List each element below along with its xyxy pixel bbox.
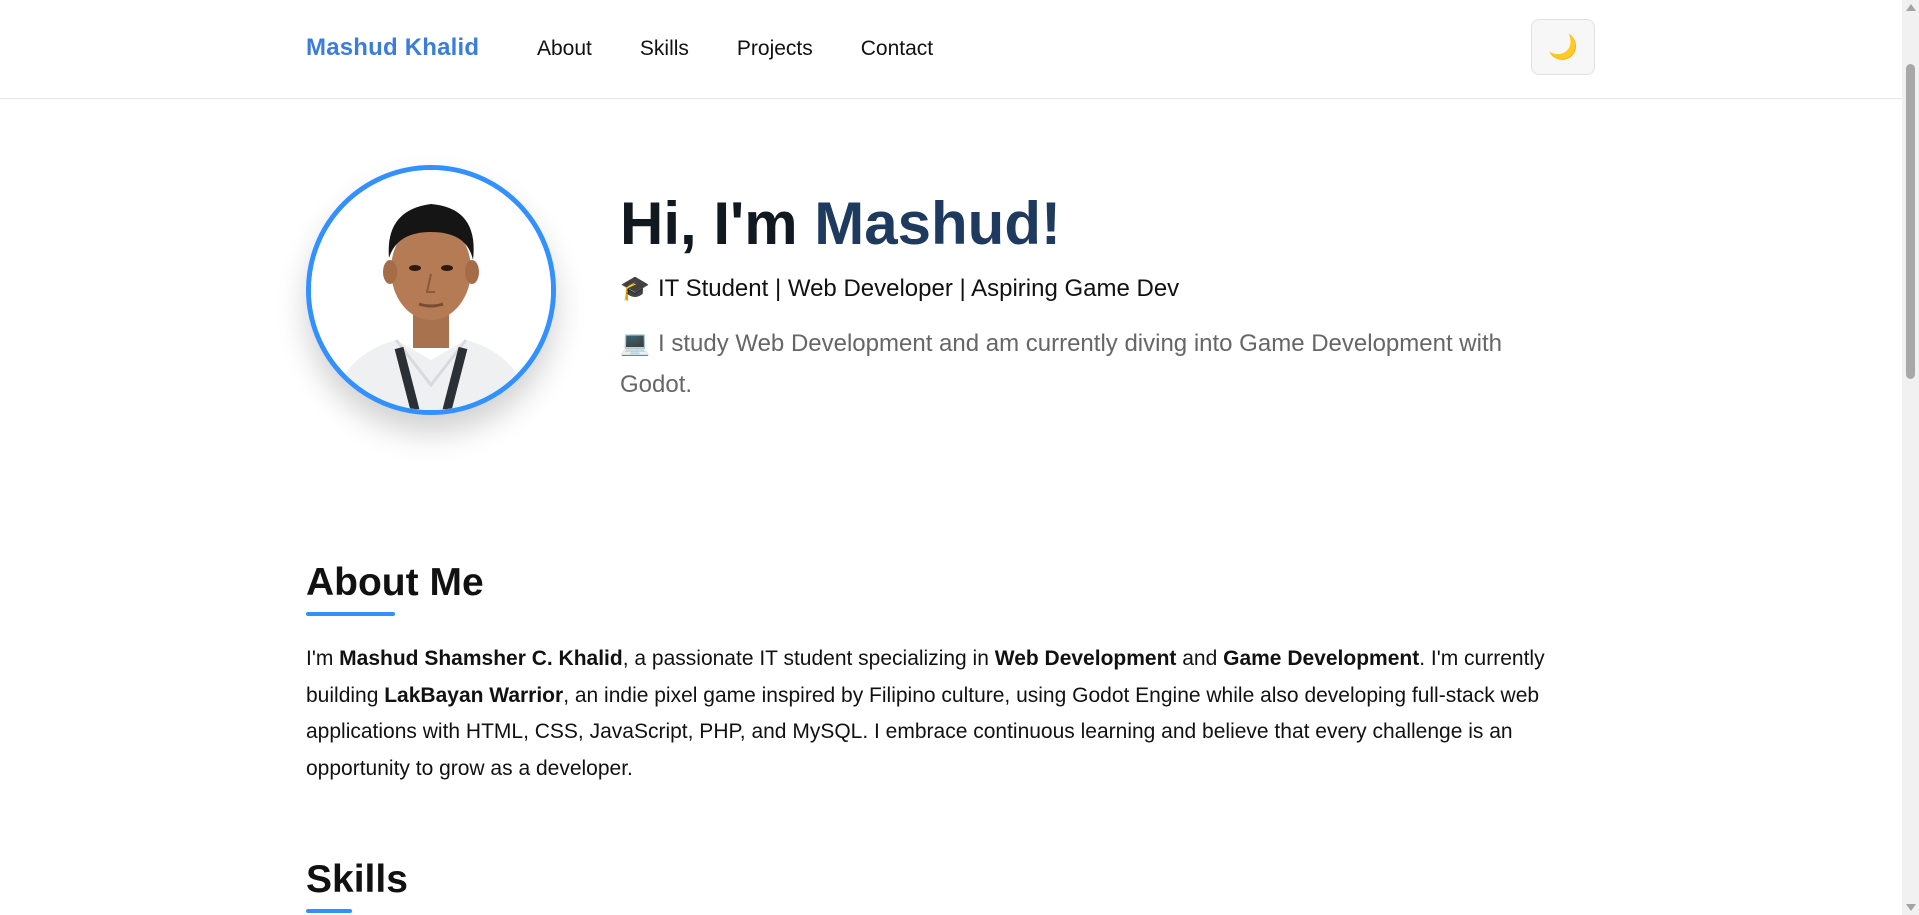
about-paragraph: I'm Mashud Shamsher C. Khalid, a passion…	[306, 641, 1576, 787]
hero-description: 💻 I study Web Development and am currentl…	[620, 323, 1550, 405]
about-text-segment: and	[1176, 647, 1224, 670]
about-skill-web: Web Development	[994, 647, 1177, 670]
nav-link-projects[interactable]: Projects	[737, 37, 813, 61]
about-full-name: Mashud Shamsher C. Khalid	[339, 647, 623, 670]
hero-title-name: Mashud!	[814, 190, 1061, 257]
nav-link-contact[interactable]: Contact	[861, 37, 933, 61]
page-scrollbar[interactable]	[1902, 0, 1919, 915]
profile-avatar	[306, 165, 556, 415]
hero-title: Hi, I'm Mashud!	[620, 188, 1061, 260]
scroll-down-arrow-icon[interactable]	[1906, 904, 1916, 911]
profile-photo	[311, 170, 551, 410]
about-title-underline	[306, 612, 395, 616]
moon-icon: 🌙	[1548, 33, 1578, 61]
scrollbar-thumb[interactable]	[1906, 64, 1915, 379]
brand-logo-link[interactable]: Mashud Khalid	[306, 34, 479, 62]
scroll-up-arrow-icon[interactable]	[1906, 4, 1916, 11]
page: Mashud Khalid About Skills Projects Cont…	[0, 0, 1919, 915]
skills-title-underline	[306, 909, 352, 913]
hero-subtitle: 🎓 IT Student | Web Developer | Aspiring G…	[620, 274, 1179, 304]
hero-subtitle-text: IT Student | Web Developer | Aspiring Ga…	[658, 275, 1180, 302]
about-section-title: About Me	[306, 561, 484, 604]
nav-link-about[interactable]: About	[537, 37, 592, 61]
nav-link-skills[interactable]: Skills	[640, 37, 689, 61]
navbar: Mashud Khalid About Skills Projects Cont…	[0, 0, 1902, 99]
hero-title-prefix: Hi, I'm	[620, 190, 815, 257]
laptop-icon: 💻	[620, 330, 650, 357]
about-project-name: LakBayan Warrior	[384, 683, 564, 707]
about-skill-game: Game Development	[1223, 647, 1420, 670]
skills-section-title: Skills	[306, 858, 408, 901]
hero-description-text: I study Web Development and am currently…	[620, 330, 1502, 398]
graduation-cap-icon: 🎓	[620, 275, 650, 302]
about-text-segment: I'm	[306, 647, 340, 670]
about-text-segment: , a passionate IT student specializing i…	[622, 647, 995, 670]
nav-links: About Skills Projects Contact	[537, 37, 933, 61]
theme-toggle-button[interactable]: 🌙	[1531, 19, 1595, 75]
